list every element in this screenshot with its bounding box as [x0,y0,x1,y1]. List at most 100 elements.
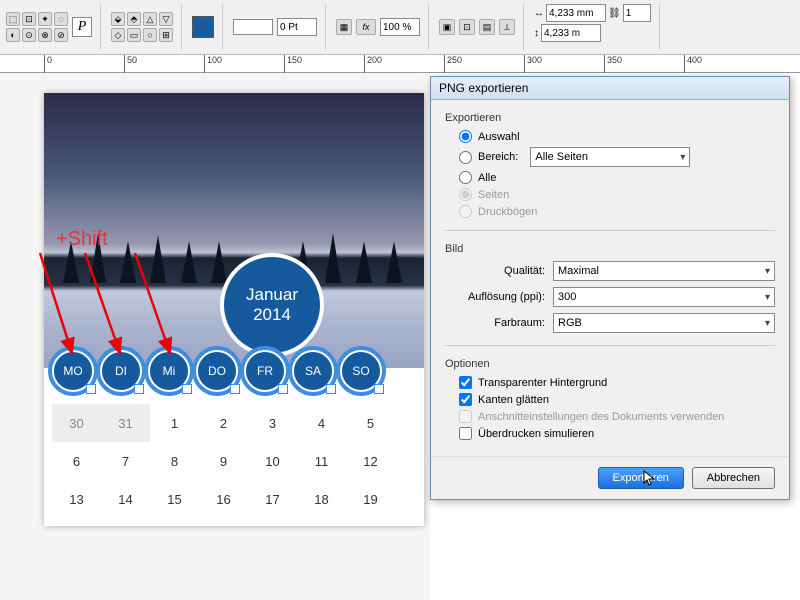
zoom-input[interactable] [380,18,420,36]
date-cell[interactable]: 30 [52,404,101,442]
height-icon: ↕ [534,28,539,39]
ruler-tick: 150 [284,55,302,73]
date-cell[interactable]: 17 [248,480,297,518]
radio-range-input[interactable] [459,151,472,164]
height-input[interactable] [541,24,601,42]
date-cell[interactable]: 31 [101,404,150,442]
fill-color-swatch[interactable] [192,16,214,38]
check-bleed-input [459,410,472,423]
radio-selection-input[interactable] [459,130,472,143]
tool-icon[interactable]: ◌ [54,12,68,26]
day-do[interactable]: DO [196,350,238,392]
day-sa[interactable]: SA [292,350,334,392]
range-combo[interactable]: Alle Seiten [530,147,690,167]
month-badge[interactable]: Januar 2014 [220,253,324,357]
count-input[interactable] [623,4,651,22]
pathfinder-icon[interactable]: ○ [143,28,157,42]
quality-combo[interactable]: Maximal [553,261,775,281]
tool-icon[interactable]: ⬚ [6,12,20,26]
document-canvas[interactable]: +Shift Januar 2014 MO DI Mi DO FR SA SO … [0,73,430,600]
check-transparent[interactable]: Transparenter Hintergrund [459,376,775,389]
cancel-button[interactable]: Abbrechen [692,467,775,489]
stroke-weight-input[interactable] [277,18,317,36]
year-label: 2014 [253,305,291,325]
day-fr[interactable]: FR [244,350,286,392]
pathfinder-icon[interactable]: ◇ [111,28,125,42]
pathfinder-icon[interactable]: △ [143,12,157,26]
section-options: Optionen [445,358,775,370]
pathfinder-icon[interactable]: ▭ [127,28,141,42]
width-input[interactable] [546,4,606,22]
radio-range[interactable]: Bereich: Alle Seiten [459,147,775,167]
date-cell[interactable]: 5 [346,404,395,442]
horizontal-ruler[interactable]: 0 50 100 150 200 250 300 350 400 [0,55,800,73]
tool-icon[interactable]: ◐ [6,28,20,42]
date-cell[interactable]: 11 [297,442,346,480]
day-mi[interactable]: Mi [148,350,190,392]
date-cell[interactable]: 3 [248,404,297,442]
date-cell[interactable]: 16 [199,480,248,518]
date-cell[interactable]: 10 [248,442,297,480]
date-cell[interactable]: 2 [199,404,248,442]
date-cell[interactable]: 19 [346,480,395,518]
day-di[interactable]: DI [100,350,142,392]
hero-image[interactable]: +Shift Januar 2014 [44,93,424,368]
date-cell[interactable]: 1 [150,404,199,442]
width-icon: ↔ [534,8,544,19]
tool-icon[interactable]: ✦ [38,12,52,26]
pathfinder-icon[interactable]: ⊞ [159,28,173,42]
weekday-row: MO DI Mi DO FR SA SO [44,346,424,396]
cursor-icon [643,470,657,488]
fx-icon[interactable]: fx [356,19,376,35]
date-cell[interactable]: 18 [297,480,346,518]
date-cell[interactable]: 14 [101,480,150,518]
quality-value: Maximal [558,265,599,277]
check-smooth[interactable]: Kanten glätten [459,393,775,406]
check-bleed: Anschnitteinstellungen des Dokuments ver… [459,410,775,423]
range-combo-value: Alle Seiten [535,151,588,163]
check-overprint-input[interactable] [459,427,472,440]
calendar-grid: 30 31 1 2 3 4 5 6 7 8 9 10 11 12 13 14 1… [44,396,424,526]
frame-fitting-icon[interactable]: ▣ [439,19,455,35]
toolgroup-stroke [233,4,326,50]
radio-selection[interactable]: Auswahl [459,130,775,143]
radio-all[interactable]: Alle [459,171,775,184]
check-smooth-input[interactable] [459,393,472,406]
date-cell[interactable]: 7 [101,442,150,480]
paragraph-style-button[interactable]: P [72,17,92,37]
date-cell[interactable]: 9 [199,442,248,480]
pathfinder-icon[interactable]: ⬘ [127,12,141,26]
export-button[interactable]: Exportieren [598,467,684,489]
resolution-combo[interactable]: 300 [553,287,775,307]
date-cell[interactable]: 4 [297,404,346,442]
pathfinder-icon[interactable]: ▽ [159,12,173,26]
ruler-tick: 250 [444,55,462,73]
radio-spreads-label: Druckbögen [478,206,537,218]
frame-fitting-icon[interactable]: ⊡ [459,19,475,35]
shift-annotation: +Shift [56,228,108,251]
check-transparent-input[interactable] [459,376,472,389]
calendar-page[interactable]: +Shift Januar 2014 MO DI Mi DO FR SA SO … [44,93,424,526]
frame-fitting-icon[interactable]: ▤ [479,19,495,35]
tool-icon[interactable]: ⊗ [38,28,52,42]
crop-icon[interactable]: ⟂ [499,19,515,35]
tool-icon[interactable]: ⊙ [22,28,36,42]
tool-icon[interactable]: ⊡ [22,12,36,26]
date-cell[interactable]: 6 [52,442,101,480]
radio-all-input[interactable] [459,171,472,184]
radio-pages-input [459,188,472,201]
day-so[interactable]: SO [340,350,382,392]
tool-icon[interactable]: ⊘ [54,28,68,42]
stroke-style-dropdown[interactable] [233,19,273,35]
colorspace-combo[interactable]: RGB [553,313,775,333]
resolution-value: 300 [558,291,576,303]
date-cell[interactable]: 12 [346,442,395,480]
link-icon[interactable]: ⛓ [608,8,621,19]
pathfinder-icon[interactable]: ⬙ [111,12,125,26]
effects-icon[interactable]: ▦ [336,19,352,35]
date-cell[interactable]: 13 [52,480,101,518]
date-cell[interactable]: 15 [150,480,199,518]
check-overprint[interactable]: Überdrucken simulieren [459,427,775,440]
day-mo[interactable]: MO [52,350,94,392]
date-cell[interactable]: 8 [150,442,199,480]
